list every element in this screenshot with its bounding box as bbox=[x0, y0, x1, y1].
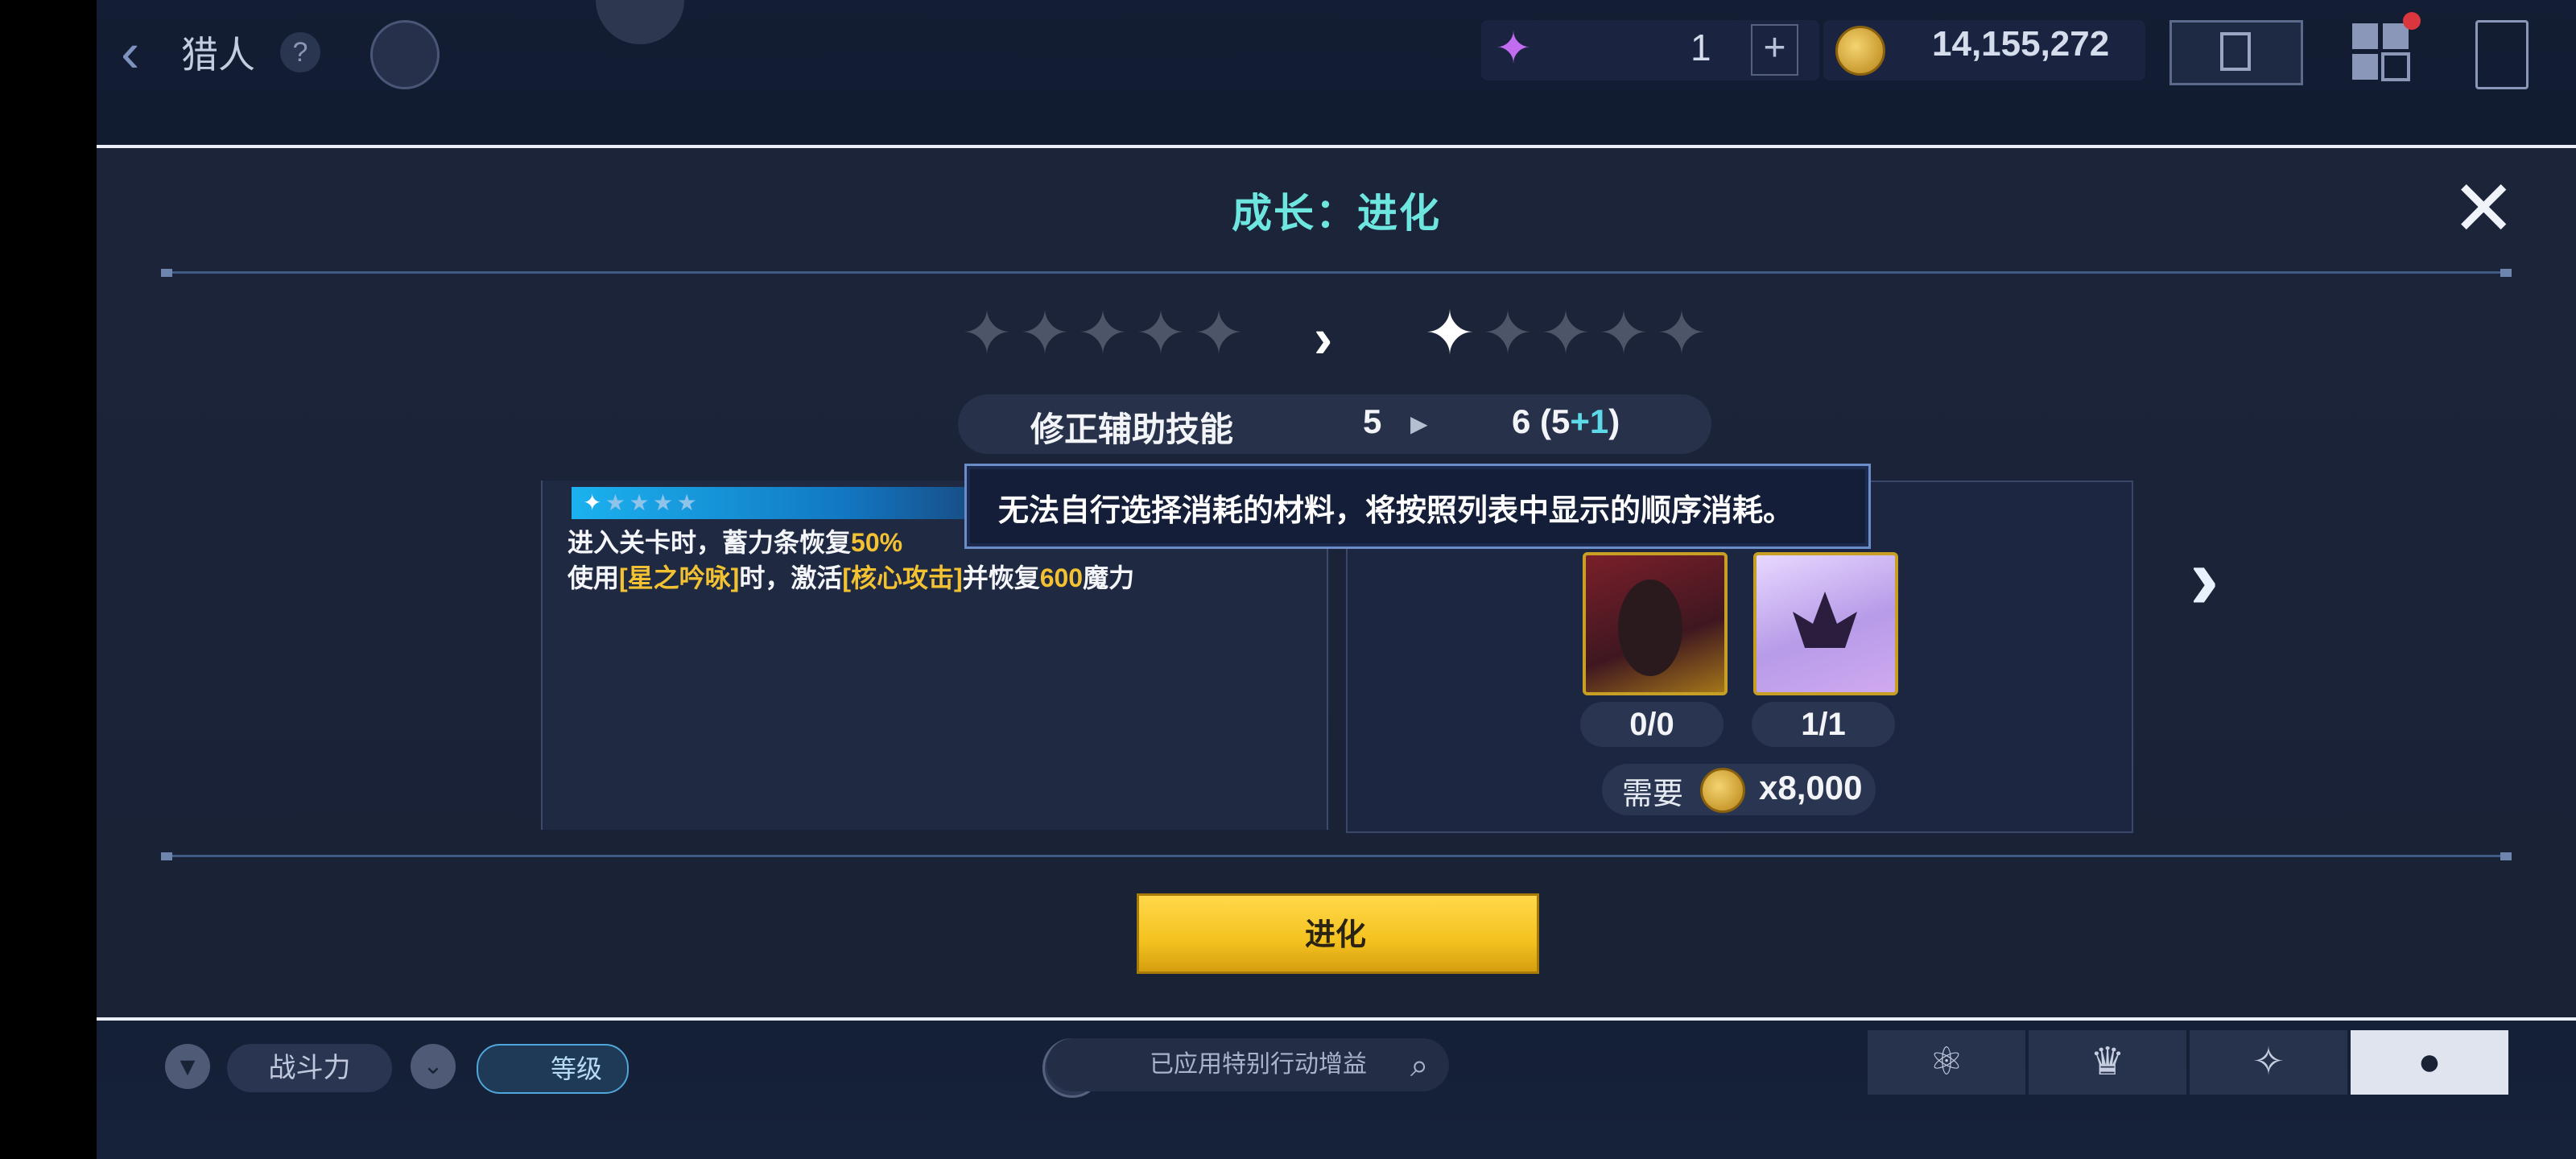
help-icon[interactable]: ? bbox=[280, 32, 320, 72]
skill-level-from: 5 bbox=[1363, 402, 1382, 440]
star-empty-icon: ✦ bbox=[1598, 299, 1649, 368]
material-count: 1/1 bbox=[1752, 702, 1895, 747]
dialog-title: 成长：进化 bbox=[1232, 191, 1441, 236]
gold-coin-icon bbox=[1700, 768, 1745, 813]
gold-amount: 14,155,272 bbox=[1932, 24, 2110, 64]
highlight-text: [星之吟咏] bbox=[619, 563, 740, 592]
cost-label: 需要 bbox=[1622, 777, 1684, 811]
star-empty-icon: ✦ bbox=[1482, 299, 1534, 368]
star-empty-icon: ✦ bbox=[1135, 299, 1187, 368]
highlight-text: 50% bbox=[851, 528, 903, 557]
tooltip-text: 无法自行选择消耗的材料，将按照列表中显示的顺序消耗。 bbox=[998, 494, 1794, 528]
chevron-down-icon[interactable]: ⌄ bbox=[411, 1044, 456, 1089]
star-empty-icon: ✦ bbox=[1077, 299, 1129, 368]
text: 进入关卡时，蓄力条恢复 bbox=[568, 528, 852, 557]
skill-to-prefix: 6 (5 bbox=[1512, 402, 1571, 440]
arrow-right-icon: › bbox=[1314, 307, 1333, 369]
tab-atom[interactable]: ⚛ bbox=[1868, 1030, 2025, 1095]
exit-door-button[interactable] bbox=[2475, 20, 2529, 89]
tier-star-icon: ★ bbox=[605, 490, 626, 515]
triangle-right-icon: ▶ bbox=[1410, 411, 1428, 436]
filter-icon[interactable]: ▼ bbox=[165, 1044, 210, 1089]
next-chevron-icon[interactable]: › bbox=[2190, 527, 2219, 629]
tab-compass[interactable]: ✧ bbox=[2190, 1030, 2347, 1095]
star-filled-icon: ✦ bbox=[1424, 299, 1476, 368]
star-empty-icon: ✦ bbox=[1656, 299, 1707, 368]
gem-count: 1 bbox=[1690, 27, 1711, 68]
gold-coin-icon bbox=[1835, 26, 1885, 76]
divider-top bbox=[161, 271, 2512, 274]
highlight-text: 600 bbox=[1039, 563, 1084, 592]
skill-label: 修正辅助技能 bbox=[1030, 410, 1234, 448]
star-empty-icon: ✦ bbox=[1019, 299, 1071, 368]
role-tabs: ⚛ ♛ ✧ ● bbox=[1868, 1030, 2512, 1095]
notification-dot bbox=[2403, 12, 2421, 30]
special-op-search[interactable]: 已应用特别行动增益 bbox=[1046, 1038, 1449, 1091]
skill-level-to: 6 (5+1) bbox=[1512, 402, 1620, 441]
grid-icon bbox=[2352, 23, 2410, 81]
text: 时，激活 bbox=[739, 563, 843, 592]
level-label: 等级 bbox=[551, 1054, 603, 1083]
gem-icon: ✦ bbox=[1495, 24, 1532, 72]
material-crystal-card[interactable] bbox=[1753, 552, 1898, 695]
back-chevron-icon[interactable]: ‹ bbox=[121, 24, 169, 80]
text: 使用 bbox=[568, 563, 620, 592]
portrait bbox=[1618, 580, 1682, 676]
hunter-avatar[interactable] bbox=[370, 20, 440, 89]
divider-cap bbox=[2500, 269, 2512, 277]
divider-cap bbox=[161, 269, 172, 277]
close-icon[interactable]: ✕ bbox=[2451, 171, 2516, 248]
divider-cap bbox=[2500, 852, 2512, 860]
evolve-button-label: 进化 bbox=[1304, 918, 1366, 952]
letterbox-left bbox=[0, 0, 97, 1159]
skill-to-suffix: ) bbox=[1608, 402, 1620, 440]
sort-power-pill[interactable]: 战斗力 bbox=[227, 1044, 392, 1092]
material-hunter-card[interactable] bbox=[1583, 552, 1728, 695]
search-icon[interactable]: ⌕ bbox=[1410, 1048, 1428, 1084]
stars-after: ✦ ✦ ✦ ✦ ✦ bbox=[1421, 302, 1711, 366]
page-title: 猎人 bbox=[181, 34, 255, 76]
material-count: 0/0 bbox=[1580, 702, 1724, 747]
star-empty-icon: ✦ bbox=[1193, 299, 1245, 368]
star-empty-icon: ✦ bbox=[961, 299, 1013, 368]
highlight-text: [核心攻击] bbox=[842, 563, 963, 592]
grid-menu-button[interactable] bbox=[2351, 20, 2415, 85]
effect-line-2: 使用[星之吟咏]时，激活[核心攻击]并恢复600魔力 bbox=[568, 560, 1134, 596]
clipboard-icon bbox=[2220, 32, 2251, 71]
gem-add-button[interactable]: + bbox=[1751, 24, 1798, 76]
tier-star-icon: ★ bbox=[653, 490, 674, 515]
search-text: 已应用特别行动增益 bbox=[1150, 1051, 1367, 1078]
cost-value: x8,000 bbox=[1759, 769, 1863, 806]
tier-bar: ✦ ★ ★ ★ ★ bbox=[572, 487, 1022, 519]
tab-person[interactable]: ● bbox=[2351, 1030, 2508, 1095]
crown-crystal-icon bbox=[1793, 592, 1857, 648]
tier-star-icon: ★ bbox=[676, 490, 697, 515]
divider-bottom bbox=[161, 855, 2512, 857]
skill-to-plus: +1 bbox=[1570, 402, 1609, 440]
tab-crown[interactable]: ♛ bbox=[2029, 1030, 2186, 1095]
stars-before: ✦ ✦ ✦ ✦ ✦ bbox=[958, 302, 1248, 366]
level-filter-pill[interactable]: 等级 bbox=[477, 1044, 629, 1094]
tier-star-icon: ★ bbox=[629, 490, 650, 515]
divider-cap bbox=[161, 852, 172, 860]
text: 并恢复 bbox=[962, 563, 1040, 592]
clipboard-button[interactable] bbox=[2169, 20, 2303, 85]
star-empty-icon: ✦ bbox=[1540, 299, 1591, 368]
text: 魔力 bbox=[1083, 563, 1135, 592]
tier-star-icon: ✦ bbox=[583, 490, 602, 515]
